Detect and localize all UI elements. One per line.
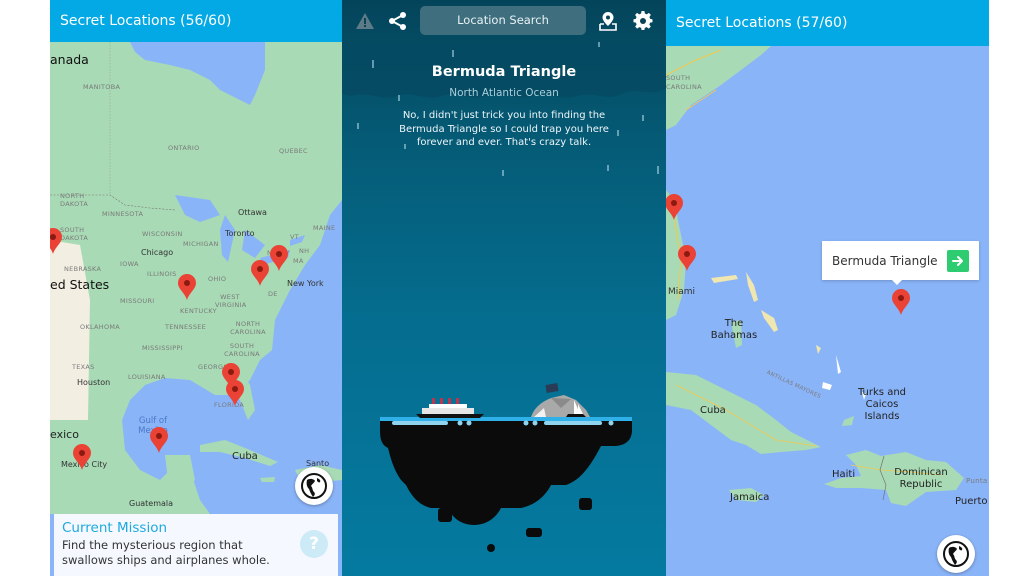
settings-button[interactable] — [632, 10, 654, 32]
map-label-iowa: IOWA — [120, 260, 139, 268]
map-pin[interactable] — [150, 427, 168, 453]
rain-drop — [642, 115, 644, 121]
gear-icon — [633, 11, 653, 30]
left-screen: Secret Locations (56/60) anada MANITOBA … — [50, 0, 342, 576]
bermuda-triangle-pin[interactable] — [892, 289, 910, 315]
map-pin[interactable] — [50, 228, 62, 254]
share-icon — [389, 12, 406, 30]
go-to-location-button[interactable] — [947, 250, 969, 272]
rain-drop — [607, 165, 609, 171]
map-pin[interactable] — [226, 380, 244, 406]
map-label-cuba: Cuba — [700, 405, 726, 416]
globe-icon — [943, 541, 969, 567]
warning-button[interactable] — [354, 10, 376, 32]
map-label-cuba: Cuba — [232, 451, 258, 462]
map-label-ohio: OHIO — [208, 275, 227, 283]
map-label-texas: TEXAS — [72, 363, 95, 371]
arrow-right-icon — [952, 256, 963, 266]
location-description: No, I didn't just trick you into finding… — [399, 110, 609, 148]
map-label-canada: anada — [50, 52, 89, 67]
map-pin[interactable] — [678, 245, 696, 271]
location-title: Bermuda Triangle — [431, 64, 577, 80]
floating-island-illustration — [380, 383, 632, 552]
map-label-miami: Miami — [668, 287, 696, 297]
map-label-guatemala: Guatemala — [129, 499, 174, 508]
location-region: North Atlantic Ocean — [449, 87, 559, 99]
map-label-jamaica: Jamaica — [730, 492, 770, 503]
right-screen: Secret Locations (57/60) SOUTH CAROLINA … — [666, 0, 989, 576]
rain-drop — [452, 50, 454, 57]
map-label-louisiana: LOUISIANA — [128, 373, 166, 381]
current-mission-card: Current Mission Find the mysterious regi… — [54, 514, 338, 576]
top-toolbar: Location Search — [342, 0, 666, 42]
share-button[interactable] — [387, 10, 409, 32]
globe-button[interactable] — [295, 467, 333, 505]
map-label-chicago: Chicago — [141, 248, 174, 257]
map-label-puerto: Puerto — [955, 496, 988, 507]
map-label-missouri: MISSOURI — [120, 297, 155, 305]
rain-drop — [598, 42, 600, 47]
map-label-wisconsin: WISCONSIN — [142, 230, 183, 238]
map-label-south-dakota: SOUTH DAKOTA — [60, 226, 89, 242]
map-label-quebec: QUEBEC — [279, 147, 308, 155]
map-label-toronto: Toronto — [225, 229, 255, 238]
map-label-new-york: New York — [287, 279, 324, 288]
help-button[interactable]: ? — [300, 530, 328, 558]
map-label-united-states: ed States — [50, 277, 110, 292]
map-label-punta: Punta — [966, 477, 988, 485]
map-pin[interactable] — [73, 444, 91, 470]
map-label-haiti: Haiti — [832, 469, 856, 480]
map-pin[interactable] — [666, 194, 683, 220]
map-pin[interactable] — [251, 260, 269, 286]
globe-button[interactable] — [937, 535, 975, 573]
map-label-illinois: ILLINOIS — [147, 270, 177, 278]
map-label-north-carolina: NORTH CAROLINA — [230, 320, 266, 336]
map-label-nebraska: NEBRASKA — [64, 265, 102, 273]
mission-text: Find the mysterious region that swallows… — [62, 538, 270, 567]
location-tooltip[interactable]: Bermuda Triangle — [822, 241, 979, 285]
map-label-ontario: ONTARIO — [168, 144, 200, 152]
map-label-kentucky: KENTUCKY — [180, 307, 217, 315]
map-label-the-bahamas: The Bahamas — [710, 318, 758, 341]
map-label-nh: NH — [299, 247, 310, 255]
tooltip-label: Bermuda Triangle — [832, 253, 938, 268]
screen-title: Secret Locations (56/60) — [60, 13, 232, 29]
app-bar: Secret Locations (57/60) — [666, 0, 989, 46]
tooltip-pointer — [892, 280, 902, 285]
location-search-button[interactable]: Location Search — [420, 6, 586, 35]
map-label-maine: MAINE — [313, 224, 336, 232]
map-label-vt: VT — [290, 233, 300, 241]
map-label-mexico: exico — [50, 428, 79, 441]
rain-drop — [657, 166, 659, 174]
map-pin[interactable] — [270, 245, 288, 271]
map-label-turks-and-caicos: Turks and Caicos Islands — [857, 387, 907, 422]
map-label-south-carolina: SOUTH CAROLINA — [224, 342, 260, 358]
map-label-manitoba: MANITOBA — [83, 83, 121, 91]
map-location-button[interactable] — [597, 10, 619, 32]
map-label-michigan: MICHIGAN — [183, 240, 219, 248]
app-bar: Secret Locations (56/60) — [50, 0, 342, 42]
globe-icon — [301, 473, 327, 499]
map-label-north-dakota: NORTH DAKOTA — [60, 192, 89, 208]
map-label-ma: MA — [293, 257, 304, 265]
map-label-south-carolina: SOUTH CAROLINA — [666, 74, 702, 91]
map-label-ottawa: Ottawa — [238, 208, 267, 217]
mission-title: Current Mission — [62, 520, 168, 536]
map-label-houston: Houston — [77, 378, 111, 387]
rain-drop — [502, 170, 504, 176]
map-label-de: DE — [268, 290, 278, 298]
screen-title: Secret Locations (57/60) — [676, 15, 848, 31]
map-pin-icon — [599, 12, 617, 31]
map-label-tennessee: TENNESSEE — [165, 323, 207, 331]
map-label-west-virginia: WEST VIRGINIA — [215, 293, 247, 309]
map-label-mississippi: MISSISSIPPI — [142, 344, 183, 352]
map-pin[interactable] — [178, 274, 196, 300]
map-label-dominican-republic: Dominican Republic — [894, 467, 948, 490]
middle-screen: Location Search Bermuda Triangle North A… — [342, 0, 666, 576]
rain-drop — [357, 123, 359, 129]
map-label-oklahoma: OKLAHOMA — [80, 323, 121, 331]
map-label-minnesota: MINNESOTA — [102, 210, 144, 218]
warning-icon — [356, 13, 374, 29]
